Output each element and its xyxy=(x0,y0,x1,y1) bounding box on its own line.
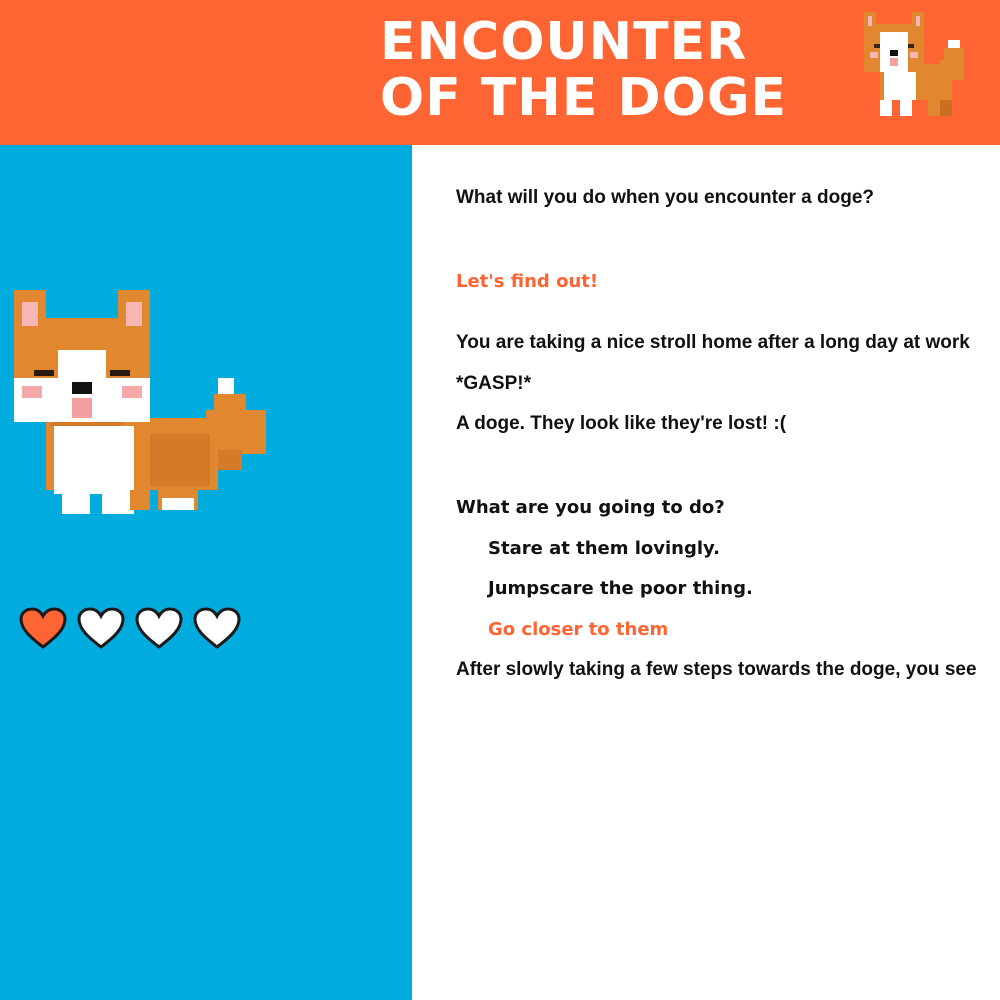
lives-hearts xyxy=(18,606,242,650)
story-paragraph: A doge. They look like they're lost! :( xyxy=(456,413,787,434)
story-panel: What will you do when you encounter a do… xyxy=(412,145,1000,1000)
heart-empty-icon xyxy=(77,607,125,649)
corgi-logo-icon xyxy=(864,12,964,116)
story-result: After slowly taking a few steps towards … xyxy=(456,659,977,680)
story-paragraph: You are taking a nice stroll home after … xyxy=(456,332,970,353)
page-title-line1: ENCOUNTER xyxy=(380,12,748,72)
choice-stare-button[interactable]: Stare at them lovingly. xyxy=(488,538,720,559)
heart-filled-icon xyxy=(19,607,67,649)
story-paragraph: *GASP!* xyxy=(456,373,531,394)
sidebar-panel xyxy=(0,145,412,1000)
heart-empty-icon xyxy=(193,607,241,649)
choice-go-closer-button[interactable]: Go closer to them xyxy=(488,619,668,640)
corgi-character-icon xyxy=(14,290,266,514)
page-title-line2: OF THE DOGE xyxy=(380,68,788,128)
page-header: ENCOUNTER OF THE DOGE xyxy=(0,0,1000,145)
choice-prompt: What are you going to do? xyxy=(456,497,725,518)
choice-jumpscare-button[interactable]: Jumpscare the poor thing. xyxy=(488,578,753,599)
page-title: ENCOUNTER OF THE DOGE xyxy=(380,14,787,126)
intro-question: What will you do when you encounter a do… xyxy=(456,187,875,208)
heart-empty-icon xyxy=(135,607,183,649)
start-link[interactable]: Let's find out! xyxy=(456,271,598,292)
